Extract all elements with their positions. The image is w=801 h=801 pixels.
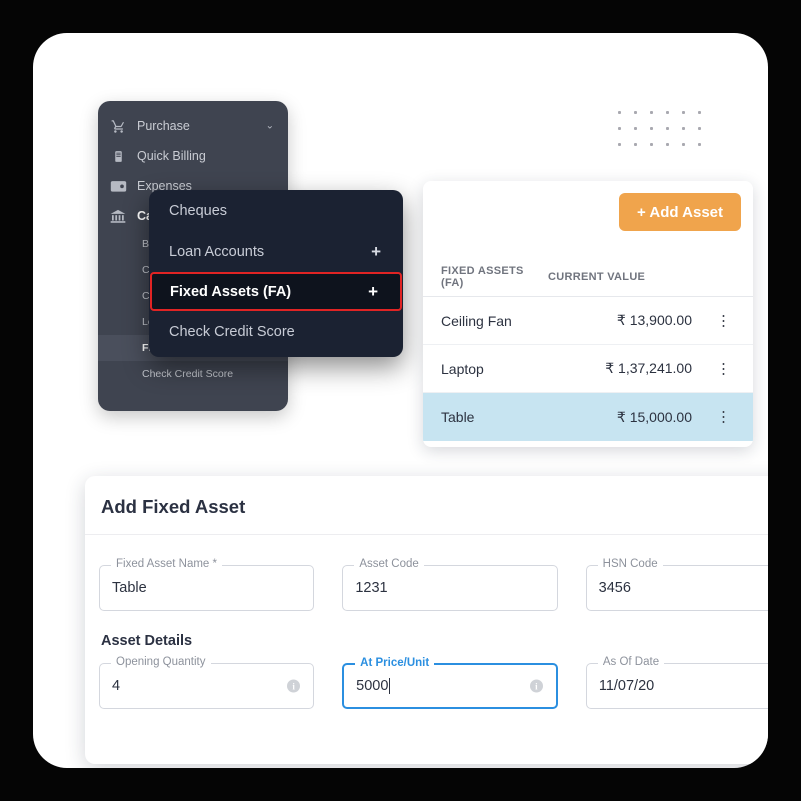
row-menu-icon[interactable]: ⋮ <box>716 313 731 328</box>
form-title: Add Fixed Asset <box>101 496 246 517</box>
at-price-per-unit-field[interactable]: At Price/Unit 5000 i <box>342 657 558 709</box>
field-label: At Price/Unit <box>355 657 435 669</box>
menu-item-loan-accounts[interactable]: Loan Accounts + <box>149 231 403 272</box>
dot <box>634 127 637 130</box>
dot <box>666 111 669 114</box>
add-fixed-asset-form-card: Add Fixed Asset Fixed Asset Name * Table… <box>85 476 768 764</box>
menu-item-fixed-assets[interactable]: Fixed Assets (FA) + <box>150 272 402 311</box>
field-label: HSN Code <box>597 558 663 570</box>
menu-item-label: Loan Accounts <box>169 243 265 260</box>
row-menu-icon[interactable]: ⋮ <box>716 361 731 376</box>
dot <box>618 143 621 146</box>
plus-icon[interactable]: + <box>371 242 381 262</box>
cell-asset-name: Ceiling Fan <box>441 312 512 329</box>
cell-current-value: ₹ 1,37,241.00 <box>605 360 692 376</box>
menu-item-label: Cheques <box>169 202 228 219</box>
bank-icon <box>108 209 128 224</box>
field-value: 1231 <box>355 580 388 596</box>
hsn-code-field[interactable]: HSN Code 3456 <box>585 558 768 611</box>
form-row-2: Opening Quantity 4 i At Price/Unit 5000 … <box>85 656 768 709</box>
dot <box>698 111 701 114</box>
dot <box>682 111 685 114</box>
dot <box>682 127 685 130</box>
dot <box>698 143 701 146</box>
dot <box>634 143 637 146</box>
table-row[interactable]: Table ₹ 15,000.00 ⋮ <box>423 393 753 441</box>
asset-code-field[interactable]: Asset Code 1231 <box>342 558 558 611</box>
field-value: 5000 <box>356 678 389 694</box>
table-row[interactable]: Laptop ₹ 1,37,241.00 ⋮ <box>423 345 753 393</box>
add-asset-button[interactable]: + Add Asset <box>619 193 741 231</box>
table-row[interactable]: Ceiling Fan ₹ 13,900.00 ⋮ <box>423 297 753 345</box>
menu-item-cheques[interactable]: Cheques <box>149 190 403 231</box>
shopping-cart-icon <box>108 119 128 134</box>
sidebar-item-purchase[interactable]: Purchase ⌄ <box>98 111 288 141</box>
cell-current-value: ₹ 13,900.00 <box>616 312 692 328</box>
screenshot-frame: Purchase ⌄ Quick Billing Expenses Ca <box>0 0 801 801</box>
table-header-row: FIXED ASSETS (FA) CURRENT VALUE <box>423 257 753 297</box>
dot <box>698 127 701 130</box>
as-of-date-field[interactable]: As Of Date 11/07/20 <box>585 656 768 709</box>
chevron-down-icon[interactable]: ⌄ <box>266 121 274 132</box>
dot <box>666 127 669 130</box>
field-value: Table <box>112 580 147 596</box>
plus-icon[interactable]: + <box>368 282 378 302</box>
dot <box>650 143 653 146</box>
menu-item-label: Fixed Assets (FA) <box>170 283 292 300</box>
column-header-current-value: CURRENT VALUE <box>548 270 646 283</box>
sidebar-item-label: Purchase <box>137 119 190 133</box>
field-label: Asset Code <box>354 558 424 570</box>
text-cursor <box>389 678 391 694</box>
field-value: 4 <box>112 678 121 694</box>
cell-current-value: ₹ 15,000.00 <box>616 408 692 425</box>
printer-icon <box>108 149 128 164</box>
fixed-assets-table-card: + Add Asset FIXED ASSETS (FA) CURRENT VA… <box>423 181 753 447</box>
flyout-dropdown-menu: Cheques Loan Accounts + Fixed Assets (FA… <box>149 190 403 357</box>
field-label: Opening Quantity <box>111 656 211 668</box>
field-value: 11/07/20 <box>598 678 655 694</box>
cell-asset-name: Laptop <box>441 360 484 377</box>
column-header-asset-name: FIXED ASSETS (FA) <box>441 264 524 289</box>
sidebar-item-quick-billing[interactable]: Quick Billing <box>98 141 288 171</box>
dot <box>650 111 653 114</box>
info-icon[interactable]: i <box>287 679 301 693</box>
dot <box>618 127 621 130</box>
field-label: As Of Date <box>597 656 665 668</box>
app-stage: Purchase ⌄ Quick Billing Expenses Ca <box>33 33 768 768</box>
dot <box>682 143 685 146</box>
opening-quantity-field[interactable]: Opening Quantity 4 i <box>99 656 315 709</box>
dot <box>666 143 669 146</box>
menu-item-label: Check Credit Score <box>169 323 295 340</box>
form-row-1: Fixed Asset Name * Table Asset Code 1231… <box>85 535 768 611</box>
sidebar-subitem-label: Check Credit Score <box>142 368 234 380</box>
menu-item-check-credit-score[interactable]: Check Credit Score <box>149 311 403 352</box>
fixed-asset-name-field[interactable]: Fixed Asset Name * Table <box>99 558 315 611</box>
row-menu-icon[interactable]: ⋮ <box>716 410 731 425</box>
dot-grid-decoration-top-right <box>618 111 714 159</box>
dot <box>634 111 637 114</box>
cell-asset-name: Table <box>441 409 475 425</box>
field-value: 3456 <box>598 580 631 596</box>
field-label: Fixed Asset Name * <box>111 558 222 570</box>
dot <box>618 111 621 114</box>
wallet-icon <box>108 179 128 193</box>
dot <box>650 127 653 130</box>
info-icon[interactable]: i <box>529 679 543 693</box>
sidebar-item-label: Quick Billing <box>137 149 206 163</box>
sidebar-item-check-credit-score[interactable]: Check Credit Score <box>98 361 288 387</box>
